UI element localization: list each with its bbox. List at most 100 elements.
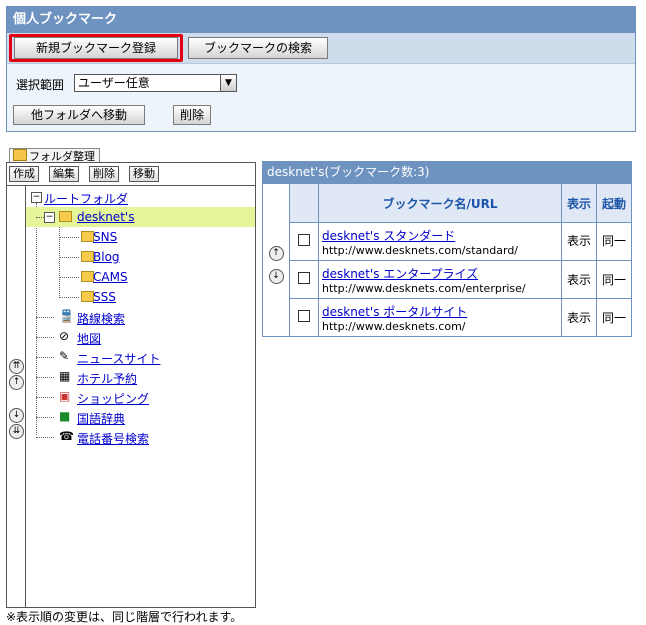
bookmark-cell: desknet's ポータルサイト http://www.desknets.co… <box>318 298 562 337</box>
show-cell: 表示 <box>561 298 597 337</box>
shopping-icon: ▣ <box>59 389 71 403</box>
bookmark-table: ↑ ↓ ブックマーク名/URL 表示 起動 desknet's スタンダード h… <box>262 183 632 337</box>
edit-folder-button[interactable]: 編集 <box>49 166 79 182</box>
tree-item-label[interactable]: ショッピング <box>77 390 149 407</box>
folder-toolbar: 作成 編集 削除 移動 <box>7 163 255 186</box>
reorder-cell: ↑ ↓ <box>262 183 290 337</box>
bookmark-panel: 個人ブックマーク 新規ブックマーク登録 ブックマークの検索 選択範囲 ユーザー任… <box>6 6 636 132</box>
row-checkbox[interactable] <box>298 234 310 246</box>
row-checkbox-cell <box>289 222 319 261</box>
move-folder-button[interactable]: 他フォルダへ移動 <box>13 105 145 125</box>
bookmark-cell: desknet's スタンダード http://www.desknets.com… <box>318 222 562 261</box>
col-header-start: 起動 <box>596 183 632 223</box>
row-checkbox[interactable] <box>298 310 310 322</box>
tree-item-label[interactable]: ニュースサイト <box>77 350 160 367</box>
start-cell: 同一 <box>596 298 632 337</box>
root-folder-link[interactable]: ルートフォルダ <box>44 190 128 207</box>
move-down-icon[interactable]: ↓ <box>9 408 24 423</box>
table-row: desknet's スタンダード http://www.desknets.com… <box>263 222 632 261</box>
reorder-bar: ⇈ ↑ ↓ ⇊ <box>7 185 26 607</box>
tree-item-label[interactable]: 国語辞典 <box>77 410 125 427</box>
tree-item-label[interactable]: desknet's <box>77 210 134 224</box>
bookmark-url: http://www.desknets.com/ <box>322 319 466 333</box>
tree-item-phone[interactable]: ☎ 電話番号検索 <box>26 427 255 447</box>
move-up-icon[interactable]: ↑ <box>9 375 24 390</box>
tree-item-dictionary[interactable]: ■ 国語辞典 <box>26 407 255 427</box>
bookmark-url: http://www.desknets.com/enterprise/ <box>322 281 526 295</box>
delete-button[interactable]: 削除 <box>173 105 211 125</box>
news-icon: ✎ <box>59 349 70 363</box>
checkbox-col-header <box>289 183 319 223</box>
bookmark-url: http://www.desknets.com/standard/ <box>322 243 519 257</box>
show-cell: 表示 <box>561 260 597 299</box>
tree-item-label[interactable]: SNS <box>93 230 117 244</box>
tree-line <box>36 417 54 418</box>
tree-item-sns[interactable]: SNS <box>26 227 255 247</box>
move-folder-small-button[interactable]: 移動 <box>129 166 159 182</box>
row-checkbox[interactable] <box>298 272 310 284</box>
bookmark-cell: desknet's エンタープライズ http://www.desknets.c… <box>318 260 562 299</box>
move-down-icon[interactable]: ↓ <box>268 269 284 284</box>
tree-line <box>59 297 79 298</box>
tree-root[interactable]: − ルートフォルダ <box>26 187 255 207</box>
folder-tree-panel: 作成 編集 削除 移動 ⇈ ↑ ↓ ⇊ − ルートフォルダ − desknet'… <box>6 162 256 608</box>
scope-select[interactable]: ユーザー任意 ▼ <box>74 74 237 92</box>
row-checkbox-cell <box>289 260 319 299</box>
toolbar: 新規ブックマーク登録 ブックマークの検索 <box>7 33 635 64</box>
table-row: desknet's ポータルサイト http://www.desknets.co… <box>263 298 632 337</box>
tree-item-sss[interactable]: SSS <box>26 287 255 307</box>
create-folder-button[interactable]: 作成 <box>9 166 39 182</box>
move-bottom-icon[interactable]: ⇊ <box>9 424 24 439</box>
tree-item-blog[interactable]: Blog <box>26 247 255 267</box>
tree-line <box>36 397 54 398</box>
tree-item-hotel[interactable]: ▦ ホテル予約 <box>26 367 255 387</box>
scope-value: ユーザー任意 <box>78 76 150 90</box>
compass-icon: ⊘ <box>59 329 70 343</box>
tree-item-label[interactable]: Blog <box>93 250 120 264</box>
bookmark-list-header: desknet's(ブックマーク数:3) <box>262 161 632 183</box>
folder-icon <box>59 211 72 222</box>
chevron-down-icon[interactable]: ▼ <box>220 75 236 91</box>
new-bookmark-button[interactable]: 新規ブックマーク登録 <box>14 37 178 59</box>
move-top-icon[interactable]: ⇈ <box>9 359 24 374</box>
tree-item-desknets[interactable]: − desknet's <box>26 207 255 227</box>
delete-folder-button[interactable]: 削除 <box>89 166 119 182</box>
tree-item-map[interactable]: ⊘ 地図 <box>26 327 255 347</box>
tree-item-label[interactable]: 地図 <box>77 330 101 347</box>
book-icon: ■ <box>59 409 71 423</box>
bookmark-link[interactable]: desknet's スタンダード <box>322 227 560 244</box>
tree-item-cams[interactable]: CAMS <box>26 267 255 287</box>
footnote: ※表示順の変更は、同じ階層で行われます。 <box>6 610 243 624</box>
train-icon: 🚆 <box>59 309 74 323</box>
table-header-row: ↑ ↓ ブックマーク名/URL 表示 起動 <box>262 183 632 337</box>
bookmark-link[interactable]: desknet's エンタープライズ <box>322 265 560 282</box>
tree-item-label[interactable]: CAMS <box>93 270 128 284</box>
tree-item-label[interactable]: 路線検索 <box>77 310 125 327</box>
tree-line <box>36 317 54 318</box>
tree-item-label[interactable]: ホテル予約 <box>77 370 137 387</box>
move-up-icon[interactable]: ↑ <box>268 246 284 261</box>
tree-line <box>36 217 44 218</box>
col-header-show: 表示 <box>561 183 597 223</box>
start-cell: 同一 <box>596 222 632 261</box>
tree-item-label[interactable]: SSS <box>93 290 116 304</box>
hotel-icon: ▦ <box>59 369 71 383</box>
show-cell: 表示 <box>561 222 597 261</box>
start-cell: 同一 <box>596 260 632 299</box>
collapse-icon[interactable]: − <box>31 192 42 203</box>
collapse-icon[interactable]: − <box>44 212 55 223</box>
tree-item-label[interactable]: 電話番号検索 <box>77 430 149 447</box>
tree-item-news[interactable]: ✎ ニュースサイト <box>26 347 255 367</box>
tree-line <box>36 377 54 378</box>
page-title: 個人ブックマーク <box>7 7 635 33</box>
tree-line <box>36 437 54 438</box>
phone-icon: ☎ <box>59 429 74 443</box>
tree-line <box>59 237 79 238</box>
bookmark-link[interactable]: desknet's ポータルサイト <box>322 303 560 320</box>
table-row: desknet's エンタープライズ http://www.desknets.c… <box>263 260 632 299</box>
search-bookmark-button[interactable]: ブックマークの検索 <box>188 37 328 59</box>
col-header-name: ブックマーク名/URL <box>318 183 562 223</box>
tree-item-shopping[interactable]: ▣ ショッピング <box>26 387 255 407</box>
tree-item-route[interactable]: 🚆 路線検索 <box>26 307 255 327</box>
tree-line <box>59 257 79 258</box>
